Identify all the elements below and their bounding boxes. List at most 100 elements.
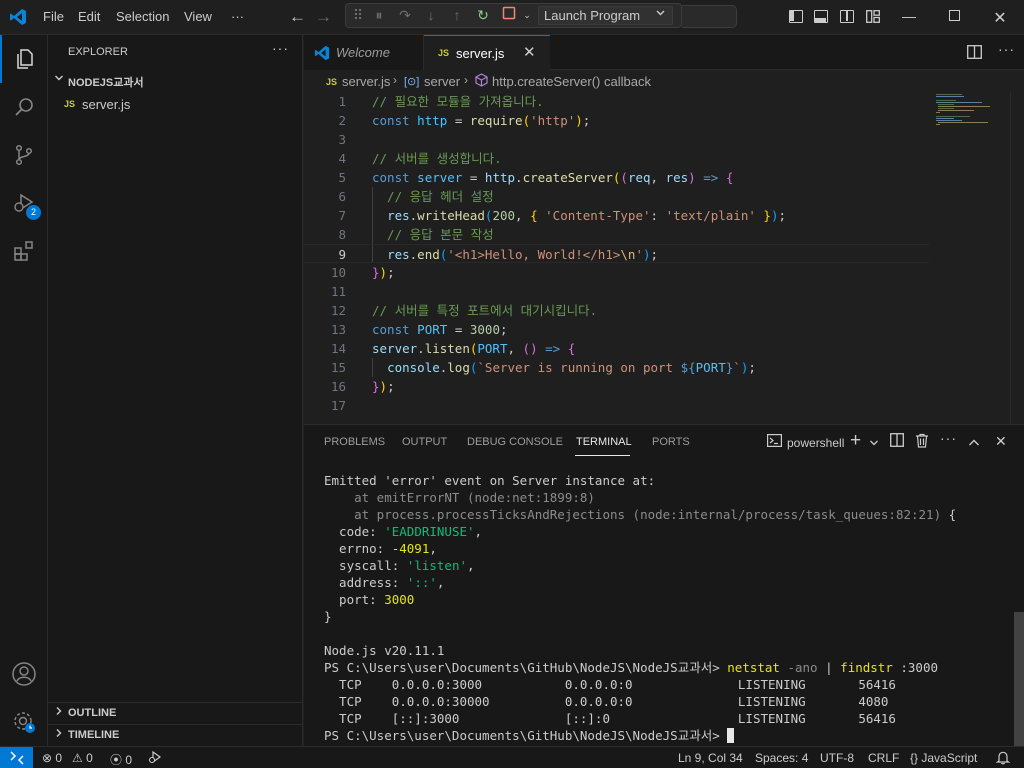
- debug-launch-icon[interactable]: [148, 750, 162, 767]
- tab-output[interactable]: OUTPUT: [402, 436, 447, 448]
- menu-file[interactable]: File: [43, 9, 64, 24]
- breadcrumb-symbol-callback[interactable]: http.createServer() callback: [492, 74, 651, 89]
- stop-icon[interactable]: [500, 6, 518, 24]
- remote-indicator-icon[interactable]: [0, 747, 33, 768]
- new-terminal-plus-icon[interactable]: +: [850, 430, 861, 452]
- terminal-prompt-line[interactable]: PS C:\Users\user\Documents\GitHub\NodeJS…: [324, 727, 735, 744]
- drag-handle-icon[interactable]: ⠿: [349, 6, 367, 24]
- extensions-icon[interactable]: [0, 227, 48, 275]
- active-tab-indicator: [575, 455, 630, 456]
- tab-ports[interactable]: PORTS: [652, 436, 690, 448]
- close-window-icon[interactable]: ✕: [992, 8, 1008, 28]
- split-editor-icon[interactable]: [967, 45, 982, 62]
- notifications-bell-icon[interactable]: [995, 750, 1011, 768]
- menu-edit[interactable]: Edit: [78, 9, 100, 24]
- terminal-dropdown-icon[interactable]: [869, 435, 879, 451]
- cursor-position[interactable]: Ln 9, Col 34: [678, 751, 743, 765]
- step-into-icon[interactable]: ↓: [422, 6, 440, 24]
- terminal-line: }: [324, 609, 332, 624]
- tab-terminal[interactable]: TERMINAL: [576, 436, 632, 448]
- panel-more-actions-icon[interactable]: ···: [940, 430, 957, 446]
- restart-icon[interactable]: ↻: [474, 6, 492, 24]
- code-line: 3: [338, 132, 346, 147]
- outline-section[interactable]: OUTLINE: [48, 703, 303, 725]
- terminal-line: syscall: 'listen',: [324, 558, 475, 573]
- code-line: 17: [330, 398, 346, 413]
- code-line: 1// 필요한 모듈을 가져옵니다.: [338, 94, 544, 109]
- toggle-secondary-sidebar-icon[interactable]: [840, 10, 854, 23]
- indentation-status[interactable]: Spaces: 4: [755, 751, 808, 765]
- toggle-primary-sidebar-icon[interactable]: [789, 10, 803, 23]
- code-line: 14 server.listen(PORT, () => {: [330, 341, 576, 356]
- method-symbol-icon: [475, 73, 488, 90]
- tab-welcome[interactable]: Welcome: [304, 35, 424, 70]
- chevron-down-icon: [655, 7, 666, 24]
- javascript-file-icon: JS: [64, 99, 76, 109]
- terminal-line: Node.js v20.11.1: [324, 643, 445, 658]
- close-panel-icon[interactable]: ✕: [995, 433, 1007, 450]
- stop-dropdown-icon[interactable]: ⌄: [518, 6, 536, 24]
- pause-icon[interactable]: ⏸: [370, 6, 388, 24]
- errors-status[interactable]: ⊗ 0: [42, 751, 62, 765]
- explorer-title: EXPLORER: [68, 46, 128, 58]
- run-debug-icon[interactable]: [0, 179, 48, 227]
- minimize-icon[interactable]: —: [901, 8, 917, 24]
- maximize-panel-chevron-up-icon[interactable]: [968, 435, 980, 451]
- error-icon: ⊗: [42, 751, 53, 765]
- back-arrow-icon[interactable]: ←: [289, 7, 306, 27]
- code-line: 13 const PORT = 3000;: [330, 322, 508, 337]
- accounts-icon[interactable]: [0, 650, 48, 698]
- close-tab-icon[interactable]: ✕: [523, 43, 536, 61]
- editor-more-actions-icon[interactable]: ···: [998, 41, 1015, 57]
- manage-gear-icon[interactable]: [0, 698, 48, 746]
- step-out-icon[interactable]: ↑: [448, 6, 466, 24]
- step-over-icon[interactable]: ↷: [396, 6, 414, 24]
- menu-view[interactable]: View: [184, 9, 212, 24]
- minimap[interactable]: [936, 92, 1006, 152]
- breadcrumb-file[interactable]: server.js: [342, 74, 390, 89]
- terminal-shell-icon[interactable]: [767, 434, 783, 450]
- command-center-search[interactable]: [682, 5, 737, 28]
- maximize-icon[interactable]: [946, 8, 962, 24]
- timeline-section[interactable]: TIMELINE: [48, 725, 303, 747]
- terminal-cursor: [727, 728, 735, 743]
- menu-selection[interactable]: Selection: [116, 9, 169, 24]
- warnings-status[interactable]: ⚠ 0: [72, 751, 93, 765]
- file-name: server.js: [82, 97, 131, 112]
- tab-label: Welcome: [336, 45, 390, 60]
- vscode-logo-icon: [10, 9, 26, 25]
- terminal-scrollbar[interactable]: [1014, 612, 1024, 747]
- menu-more[interactable]: ···: [231, 9, 244, 24]
- tab-debug-console[interactable]: DEBUG CONSOLE: [467, 436, 563, 448]
- forward-arrow-icon[interactable]: →: [315, 7, 332, 27]
- eol-status[interactable]: CRLF: [868, 751, 899, 765]
- folder-name: NODEJS교과서: [68, 77, 144, 89]
- search-icon[interactable]: [0, 83, 48, 131]
- file-item-server-js[interactable]: JS server.js: [48, 93, 303, 115]
- more-actions-icon[interactable]: ···: [272, 40, 289, 56]
- toggle-panel-icon[interactable]: [814, 10, 828, 23]
- broadcast-icon: ⦿: [110, 753, 123, 767]
- language-status[interactable]: {} JavaScript: [910, 751, 977, 765]
- breadcrumb-symbol-server[interactable]: server: [424, 74, 460, 89]
- editor-scrollbar[interactable]: [1010, 92, 1024, 424]
- launch-config-select[interactable]: Launch Program: [538, 6, 673, 25]
- braces-icon: {}: [910, 751, 919, 765]
- debug-toolbar: ⠿ ⏸ ↷ ↓ ↑ ↻ ⌄ Launch Program: [345, 3, 682, 28]
- explorer-icon[interactable]: [0, 35, 48, 83]
- source-control-icon[interactable]: [0, 131, 48, 179]
- code-editor[interactable]: 1// 필요한 모듈을 가져옵니다. 2 const http = require…: [304, 92, 1024, 424]
- code-line: 8 // 응답 본문 작성: [338, 227, 494, 242]
- vscode-welcome-icon: [314, 45, 330, 61]
- code-line: 15 console.log(`Server is running on por…: [330, 360, 756, 375]
- customize-layout-icon[interactable]: [866, 10, 880, 23]
- split-terminal-icon[interactable]: [890, 433, 904, 450]
- terminal-line: Emitted 'error' event on Server instance…: [324, 473, 656, 488]
- kill-terminal-trash-icon[interactable]: [915, 433, 929, 451]
- terminal-shell-label[interactable]: powershell: [787, 436, 844, 450]
- encoding-status[interactable]: UTF-8: [820, 751, 854, 765]
- folder-header[interactable]: NODEJS교과서: [48, 70, 303, 92]
- chevron-right-icon: ›: [464, 73, 468, 87]
- tab-problems[interactable]: PROBLEMS: [324, 436, 385, 448]
- ports-status[interactable]: ⦿ 0: [110, 751, 132, 768]
